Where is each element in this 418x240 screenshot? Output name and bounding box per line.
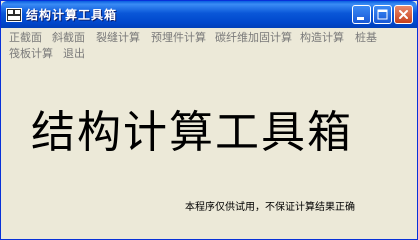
minimize-icon xyxy=(357,17,364,20)
menu-item-oblique-section[interactable]: 斜截面 xyxy=(52,31,85,45)
disclaimer-text: 本程序仅供试用，不保证计算结果正确 xyxy=(185,202,355,213)
menu-item-raft-slab[interactable]: 筏板计算 xyxy=(9,47,53,61)
minimize-button[interactable] xyxy=(352,5,371,24)
close-button[interactable] xyxy=(394,5,413,24)
maximize-button[interactable] xyxy=(373,5,392,24)
menu-item-detailing[interactable]: 构造计算 xyxy=(300,31,344,45)
menu-item-carbon-fiber[interactable]: 碳纤维加固计算 xyxy=(215,31,292,45)
menu-item-embedded-parts[interactable]: 预埋件计算 xyxy=(151,31,206,45)
window-title: 结构计算工具箱 xyxy=(26,8,118,22)
app-icon xyxy=(6,7,22,22)
menu-item-crack[interactable]: 裂缝计算 xyxy=(96,31,140,45)
menu-bar: 正截面 斜截面 裂缝计算 预埋件计算 碳纤维加固计算 构造计算 桩基 筏板计算 … xyxy=(1,28,417,62)
main-title: 结构计算工具箱 xyxy=(31,107,353,158)
menu-item-exit[interactable]: 退出 xyxy=(63,47,85,61)
close-icon xyxy=(399,10,408,19)
app-window: 结构计算工具箱 正截面 斜截面 裂缝计算 预埋件计算 碳纤维加固计算 构造计算 … xyxy=(0,0,418,240)
menu-item-pile-foundation[interactable]: 桩基 xyxy=(355,31,377,45)
menu-item-normal-section[interactable]: 正截面 xyxy=(9,31,42,45)
title-bar[interactable]: 结构计算工具箱 xyxy=(1,1,417,28)
maximize-icon xyxy=(377,9,388,20)
